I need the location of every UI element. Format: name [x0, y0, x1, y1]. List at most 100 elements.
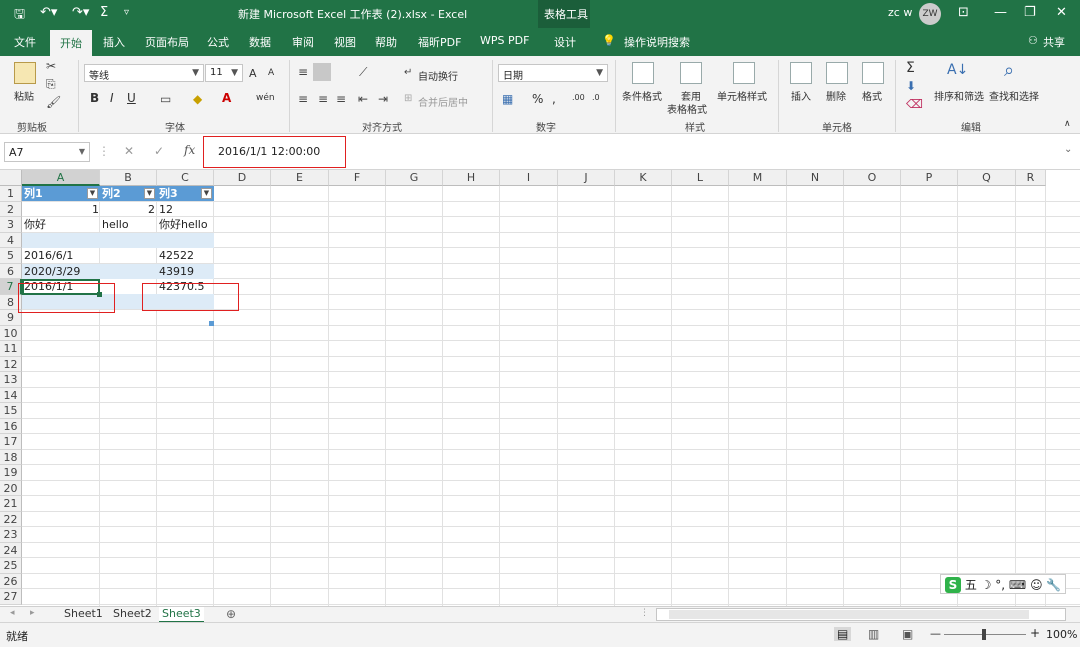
row-header-27[interactable]: 27 — [0, 589, 22, 605]
grow-font-button[interactable]: A — [249, 67, 257, 80]
tell-me-search[interactable]: 操作说明搜索 — [624, 34, 690, 50]
cancel-entry-icon[interactable]: ✕ — [124, 144, 134, 158]
row-header-25[interactable]: 25 — [0, 558, 22, 574]
phonetic-button[interactable]: wén — [256, 93, 275, 103]
column-header-f[interactable]: F — [329, 170, 386, 186]
page-break-icon[interactable]: ▣ — [902, 627, 913, 641]
table-header-col3[interactable]: 列3 — [159, 186, 178, 201]
row-header-19[interactable]: 19 — [0, 465, 22, 481]
align-middle-icon[interactable] — [313, 63, 331, 81]
sheet-splitter[interactable]: ⋮ — [640, 608, 649, 618]
merge-center-button[interactable]: 合并后居中 — [418, 94, 468, 109]
cell-styles-button[interactable]: 单元格样式 — [717, 88, 767, 103]
column-header-i[interactable]: I — [500, 170, 558, 186]
copy-icon[interactable]: ⎘ — [46, 78, 56, 90]
zoom-level[interactable]: 100% — [1046, 628, 1077, 641]
delete-cells-button[interactable]: 删除 — [826, 88, 846, 103]
table-resize-handle[interactable] — [209, 321, 214, 326]
scroll-left-icon[interactable]: ◂ — [10, 608, 15, 618]
autosum-icon[interactable]: Σ — [100, 5, 108, 20]
sheet-tab-2[interactable]: Sheet2 — [110, 607, 155, 620]
tab-formulas[interactable]: 公式 — [207, 34, 229, 50]
row-header-18[interactable]: 18 — [0, 449, 22, 465]
redo-icon[interactable]: ↷▾ — [72, 5, 89, 20]
row-header-22[interactable]: 22 — [0, 511, 22, 527]
row-header-24[interactable]: 24 — [0, 542, 22, 558]
tab-data[interactable]: 数据 — [249, 34, 271, 50]
expand-formula-icon[interactable]: ⌄ — [1064, 144, 1072, 155]
format-cells-button[interactable]: 格式 — [862, 88, 882, 103]
column-header-e[interactable]: E — [271, 170, 329, 186]
ime-toolbar[interactable]: S 五 ☽ °, ⌨ ☺ 🔧 — [940, 574, 1067, 594]
zoom-in-button[interactable]: + — [1030, 626, 1040, 640]
wrap-text-button[interactable]: 自动换行 — [418, 68, 458, 83]
minimize-icon[interactable]: — — [994, 5, 1007, 20]
filter-dropdown-icon[interactable]: ▼ — [144, 188, 155, 199]
align-center-icon[interactable]: ≡ — [318, 93, 328, 105]
formula-input[interactable]: 2016/1/1 12:00:00 — [218, 145, 320, 158]
collapse-ribbon-icon[interactable]: ∧ — [1064, 119, 1071, 129]
tab-foxit-pdf[interactable]: 福昕PDF — [418, 34, 461, 50]
column-header-b[interactable]: B — [100, 170, 157, 186]
row-header-13[interactable]: 13 — [0, 372, 22, 388]
close-icon[interactable]: ✕ — [1056, 5, 1067, 20]
insert-function-button[interactable]: fx — [184, 143, 195, 157]
cell-C6[interactable]: 43919 — [159, 264, 194, 279]
tab-wps-pdf[interactable]: WPS PDF — [480, 34, 529, 47]
column-header-r[interactable]: R — [1016, 170, 1046, 186]
horizontal-scrollbar[interactable] — [656, 608, 1066, 621]
row-header-1[interactable]: 1 — [0, 186, 22, 202]
column-header-c[interactable]: C — [157, 170, 214, 186]
tab-home[interactable]: 开始 — [50, 30, 92, 56]
border-icon[interactable]: ▭ — [160, 93, 171, 105]
increase-decimal-icon[interactable]: .00 — [572, 93, 585, 102]
share-button[interactable]: 共享 — [1043, 34, 1065, 50]
align-right-icon[interactable]: ≡ — [336, 93, 346, 105]
bold-button[interactable]: B — [90, 91, 99, 105]
tab-view[interactable]: 视图 — [334, 34, 356, 50]
column-header-l[interactable]: L — [672, 170, 729, 186]
align-left-icon[interactable]: ≡ — [298, 93, 308, 105]
row-header-6[interactable]: 6 — [0, 263, 22, 279]
undo-icon[interactable]: ↶▾ — [40, 5, 57, 20]
cell-A5[interactable]: 2016/6/1 — [24, 248, 73, 263]
align-top-icon[interactable]: ≡ — [298, 66, 308, 78]
clear-icon[interactable]: ⌫ — [906, 98, 923, 110]
row-header-5[interactable]: 5 — [0, 248, 22, 264]
save-icon[interactable]: 🖫 — [14, 5, 25, 27]
cell-A3[interactable]: 你好 — [24, 217, 46, 232]
cell-A2[interactable]: 1 — [92, 202, 99, 217]
row-header-10[interactable]: 10 — [0, 325, 22, 341]
row-header-23[interactable]: 23 — [0, 527, 22, 543]
column-header-p[interactable]: P — [901, 170, 958, 186]
tab-review[interactable]: 审阅 — [292, 34, 314, 50]
sheet-tab-3[interactable]: Sheet3 — [159, 607, 204, 623]
confirm-entry-icon[interactable]: ✓ — [154, 144, 164, 158]
add-sheet-button[interactable]: ⊕ — [226, 607, 236, 621]
zoom-out-button[interactable]: — — [930, 627, 941, 640]
fill-icon[interactable]: ⬇ — [906, 80, 916, 92]
tab-help[interactable]: 帮助 — [375, 34, 397, 50]
cell-C2[interactable]: 12 — [159, 202, 173, 217]
tab-file[interactable]: 文件 — [14, 34, 36, 50]
row-header-21[interactable]: 21 — [0, 496, 22, 512]
font-size-dropdown[interactable]: 11 ▼ — [205, 64, 243, 82]
row-header-17[interactable]: 17 — [0, 434, 22, 450]
worksheet-grid[interactable]: ABCDEFGHIJKLMNOPQR 1 2 3 4 5 6 7 8 9 10 11 12 13 14 15… — [0, 170, 1080, 606]
row-header-26[interactable]: 26 — [0, 573, 22, 589]
column-header-g[interactable]: G — [386, 170, 443, 186]
customize-qat-icon[interactable]: ▿ — [124, 7, 129, 18]
zoom-slider-thumb[interactable] — [982, 629, 986, 640]
tab-insert[interactable]: 插入 — [103, 34, 125, 50]
table-header-col1[interactable]: 列1 — [24, 186, 43, 201]
row-header-20[interactable]: 20 — [0, 480, 22, 496]
increase-indent-icon[interactable]: ⇥ — [378, 93, 388, 105]
column-header-a[interactable]: A — [22, 170, 100, 186]
avatar[interactable]: ZW — [919, 3, 941, 25]
row-header-11[interactable]: 11 — [0, 341, 22, 357]
cut-icon[interactable]: ✂ — [46, 60, 56, 72]
sheet-tab-1[interactable]: Sheet1 — [61, 607, 106, 620]
orientation-icon[interactable]: ⟋ — [359, 66, 367, 78]
column-header-m[interactable]: M — [729, 170, 787, 186]
column-header-n[interactable]: N — [787, 170, 844, 186]
